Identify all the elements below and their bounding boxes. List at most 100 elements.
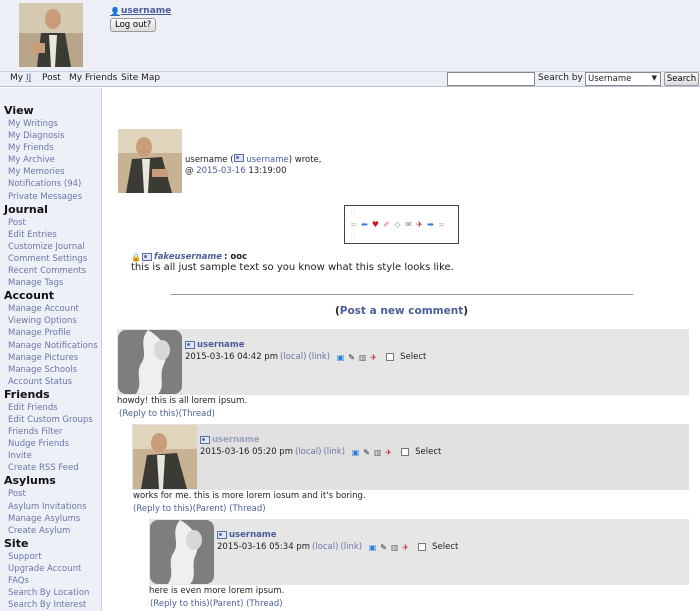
pin-icon[interactable]: ✈ [401,543,410,552]
nav-my-ij[interactable]: My IJ [10,73,31,83]
sidebar-item[interactable]: Create RSS Feed [4,462,101,474]
sidebar-item[interactable]: My Memories [4,166,101,178]
sidebar-item[interactable]: Notifications (94) [4,178,101,190]
edit-icon[interactable]: ▣ [351,448,360,457]
sidebar-item[interactable]: Recent Comments [4,265,101,277]
edit-icon[interactable]: ▣ [336,353,345,362]
comment-username[interactable]: username [197,340,244,350]
sidebar-item[interactable]: My Writings [4,118,101,130]
username-text[interactable]: username [121,6,171,16]
sidebar-item[interactable]: Nudge Friends [4,438,101,450]
sidebar-item[interactable]: Upgrade Account [4,563,101,575]
sidebar-item[interactable]: My Friends [4,142,101,154]
entry-date[interactable]: 2015-03-16 [196,166,245,176]
edit-pencil-icon[interactable]: ✐ [382,220,391,229]
tag-icon[interactable]: ◇ [393,220,402,229]
sidebar-item[interactable]: My Diagnosis [4,130,101,142]
ooc-username[interactable]: fakeusername [154,252,222,262]
thread-link[interactable]: (Thread) [179,409,215,419]
sidebar-item[interactable]: Edit Custom Groups [4,414,101,426]
comment-username[interactable]: username [212,435,259,445]
sidebar-item[interactable]: Manage Asylums [4,513,101,525]
sidebar-item[interactable]: Account Status [4,376,101,388]
sidebar-item[interactable]: Manage Pictures [4,352,101,364]
nav-post[interactable]: Post [42,73,61,83]
comment-link[interactable]: (link) [323,447,345,457]
sidebar-item[interactable]: Manage Schools [4,364,101,376]
thread-link[interactable]: (Thread) [229,504,265,514]
user-avatar[interactable] [19,3,83,67]
memory-heart-icon[interactable]: ♥ [371,220,380,229]
reply-link[interactable]: (Reply to this) [133,504,193,514]
sidebar-item[interactable]: FAQs [4,575,101,587]
sidebar-item[interactable]: Manage Notifications [4,340,101,352]
sidebar-item[interactable]: Support [4,551,101,563]
sidebar-item[interactable]: Post [4,488,101,500]
reply-link[interactable]: (Reply to this) [150,599,210,609]
select-checkbox[interactable] [401,448,410,456]
comment-avatar[interactable] [133,425,197,489]
search-type-select[interactable]: Username ▼ [585,72,661,86]
sidebar-item[interactable]: My Archive [4,154,101,166]
comment-local[interactable]: (local) [280,352,306,362]
post-comment-link[interactable]: Post a new comment [340,305,463,317]
comment-link[interactable]: (link) [308,352,330,362]
prev-arrow-icon[interactable]: ⬅ [360,220,369,229]
sidebar-item[interactable]: Create Asylum [4,525,101,537]
sidebar-item[interactable]: Friends Filter [4,426,101,438]
comment-link[interactable]: (link) [340,542,362,552]
comment-avatar[interactable] [118,330,182,394]
sidebar-item[interactable]: Manage Tags [4,277,101,289]
sidebar-item[interactable]: Search By Location [4,587,101,599]
select-checkbox[interactable] [386,353,395,361]
select-checkbox[interactable] [418,543,427,551]
sidebar-item[interactable]: Manage Profile [4,327,101,339]
pencil-icon[interactable]: ✎ [362,448,371,457]
comment-local[interactable]: (local) [295,447,321,457]
sidebar-item[interactable]: Post [4,217,101,229]
trash-icon[interactable]: ▥ [390,543,399,552]
trash-icon[interactable]: ▥ [373,448,382,457]
trash-icon[interactable]: ▥ [358,353,367,362]
entry-avatar[interactable] [118,129,182,193]
edit-icon[interactable]: ▣ [368,543,377,552]
sidebar-item[interactable]: Customize Journal [4,241,101,253]
sidebar-item[interactable]: Edit Entries [4,229,101,241]
sidebar-item[interactable]: Viewing Options [4,315,101,327]
next-arrow-icon[interactable]: ➡ [426,220,435,229]
nav-my-friends[interactable]: My Friends [69,73,117,83]
parent-link[interactable]: (Parent) [210,599,244,609]
entry-author[interactable]: username [185,155,228,165]
thread-link[interactable]: (Thread) [246,599,282,609]
comment-local[interactable]: (local) [312,542,338,552]
pencil-icon[interactable]: ✎ [347,353,356,362]
entry-poster[interactable]: username [246,155,289,165]
comment-meta: 2015-03-16 05:34 pm (local) (link) ▣ ✎ ▥… [217,542,458,552]
sidebar-item[interactable]: Manage Account [4,303,101,315]
parent-link[interactable]: (Parent) [193,504,227,514]
comment-user[interactable]: username [200,435,259,445]
nav-site-map[interactable]: Site Map [121,73,160,83]
sidebar-item[interactable]: Edit Friends [4,402,101,414]
pin-icon[interactable]: ✈ [369,353,378,362]
pencil-icon[interactable]: ✎ [379,543,388,552]
username-link[interactable]: 👤 username [110,6,171,16]
message-icon[interactable]: ✉ [404,220,413,229]
reply-link[interactable]: (Reply to this) [119,409,179,419]
sidebar-item[interactable]: Comment Settings [4,253,101,265]
sidebar-item[interactable]: Private Messages [4,191,101,203]
comment-user[interactable]: username [185,340,244,350]
comment-meta: 2015-03-16 04:42 pm (local) (link) ▣ ✎ ▥… [185,352,426,362]
pin-icon[interactable]: ✈ [384,448,393,457]
comment-avatar[interactable] [150,520,214,584]
search-button[interactable]: Search [664,72,699,86]
sidebar-item[interactable]: Search By Interest [4,599,101,611]
pin-icon[interactable]: ✈ [415,220,424,229]
sidebar-item[interactable]: Asylum Invitations [4,501,101,513]
logout-button[interactable]: Log out? [110,18,157,32]
sidebar-item[interactable]: Invite [4,450,101,462]
comment-1-links: (Reply to this)(Thread) [119,409,215,419]
search-input[interactable] [447,72,535,86]
comment-username[interactable]: username [229,530,276,540]
comment-user[interactable]: username [217,530,276,540]
